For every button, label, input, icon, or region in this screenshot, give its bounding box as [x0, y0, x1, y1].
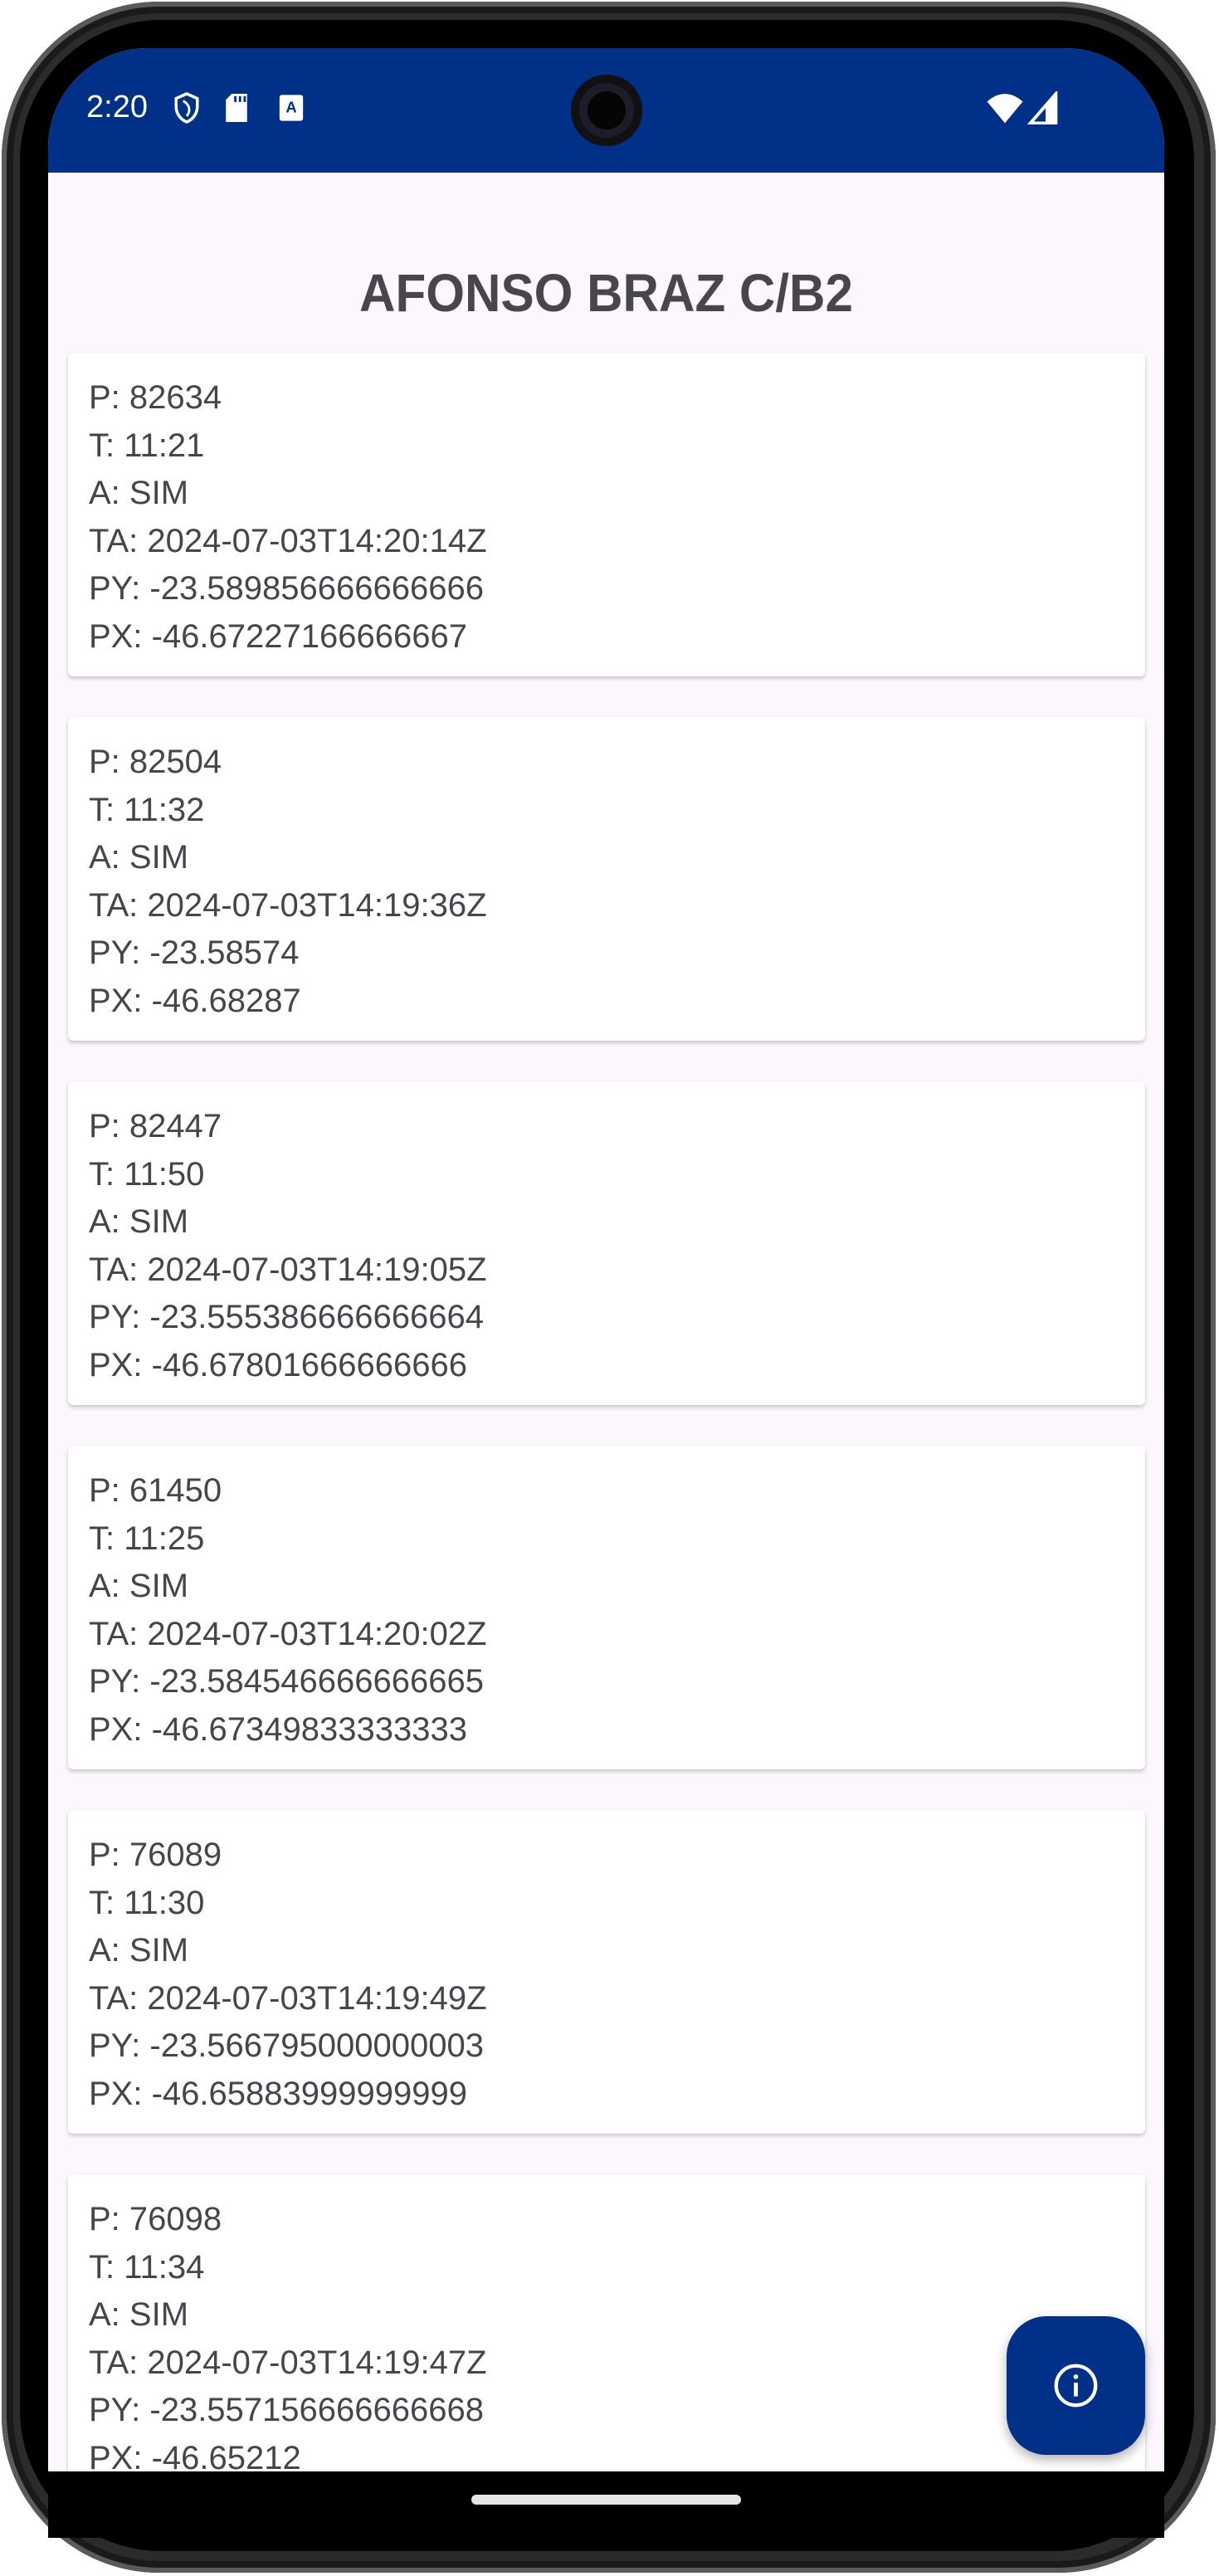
card-point-id: P: 82504	[89, 744, 222, 780]
card-time: T: 11:32	[89, 791, 205, 828]
card-time: T: 11:21	[89, 427, 205, 464]
card-timestamp: TA: 2024-07-03T14:19:36Z	[89, 886, 487, 924]
card-active: A: SIM	[89, 1203, 189, 1240]
card-latitude: PY: -23.584546666666665	[89, 1663, 484, 1700]
card-point-id: P: 82634	[89, 379, 222, 416]
card-latitude: PY: -23.555386666666664	[89, 1299, 484, 1335]
card-time: T: 11:34	[89, 2248, 205, 2286]
card-longitude: PX: -46.67801666666666	[89, 1346, 467, 1383]
card-active: A: SIM	[89, 475, 189, 511]
card-active: A: SIM	[89, 1568, 189, 1604]
sd-card-icon	[226, 94, 247, 122]
card-longitude: PX: -46.65883999999999	[89, 2075, 467, 2112]
card-timestamp: TA: 2024-07-03T14:20:02Z	[89, 1615, 487, 1652]
front-camera	[571, 75, 642, 146]
svg-text:A: A	[285, 99, 296, 116]
card-latitude: PY: -23.566795000000003	[89, 2027, 484, 2064]
status-time: 2:20	[86, 90, 148, 124]
list-item[interactable]: P: 82447 T: 11:50 A: SIM TA: 2024-07-03T14:…	[68, 1081, 1145, 1405]
card-latitude: PY: -23.589856666666666	[89, 570, 484, 607]
card-point-id: P: 76089	[89, 1837, 222, 1873]
card-active: A: SIM	[89, 2296, 189, 2333]
card-latitude: PY: -23.557156666666668	[89, 2392, 484, 2428]
card-longitude: PX: -46.68287	[89, 982, 301, 1019]
card-point-id: P: 76098	[89, 2201, 222, 2237]
status-bar: 2:20 A	[48, 48, 1164, 173]
page-title: AFONSO BRAZ C/B2	[359, 263, 853, 323]
list-item[interactable]: P: 76098 T: 11:34 A: SIM TA: 2024-07-03T14:…	[68, 2174, 1145, 2471]
card-longitude: PX: -46.65212	[89, 2439, 301, 2472]
info-icon	[1054, 2364, 1098, 2408]
card-latitude: PY: -23.58574	[89, 934, 300, 971]
list-item[interactable]: P: 82634 T: 11:21 A: SIM TA: 2024-07-03T14:…	[68, 353, 1145, 676]
card-time: T: 11:50	[89, 1155, 205, 1193]
card-longitude: PX: -46.67349833333333	[89, 1710, 467, 1748]
card-longitude: PX: -46.67227166666667	[89, 617, 467, 655]
screen: 2:20 A AFONSO BRAZ C/B2 P: 82634 T: 11:21…	[48, 48, 1164, 2471]
card-active: A: SIM	[89, 1932, 189, 1969]
home-gesture-handle[interactable]	[471, 2495, 741, 2505]
signal-icon	[1027, 91, 1058, 124]
list-item[interactable]: P: 61450 T: 11:25 A: SIM TA: 2024-07-03T14:…	[68, 1446, 1145, 1769]
card-point-id: P: 61450	[89, 1472, 222, 1509]
accessibility-a-icon: A	[279, 95, 304, 121]
info-fab-button[interactable]	[1007, 2316, 1145, 2455]
navigation-bar	[48, 2471, 1164, 2538]
card-timestamp: TA: 2024-07-03T14:19:05Z	[89, 1251, 487, 1288]
card-timestamp: TA: 2024-07-03T14:20:14Z	[89, 522, 487, 559]
shield-icon	[174, 92, 199, 124]
card-time: T: 11:30	[89, 1884, 205, 1921]
card-active: A: SIM	[89, 839, 189, 876]
card-point-id: P: 82447	[89, 1108, 222, 1144]
list-item[interactable]: P: 82504 T: 11:32 A: SIM TA: 2024-07-03T14:…	[68, 717, 1145, 1041]
card-timestamp: TA: 2024-07-03T14:19:49Z	[89, 1979, 487, 2017]
wifi-icon	[987, 94, 1023, 124]
card-time: T: 11:25	[89, 1520, 205, 1557]
card-timestamp: TA: 2024-07-03T14:19:47Z	[89, 2344, 487, 2381]
list-item[interactable]: P: 76089 T: 11:30 A: SIM TA: 2024-07-03T14:…	[68, 1810, 1145, 2134]
